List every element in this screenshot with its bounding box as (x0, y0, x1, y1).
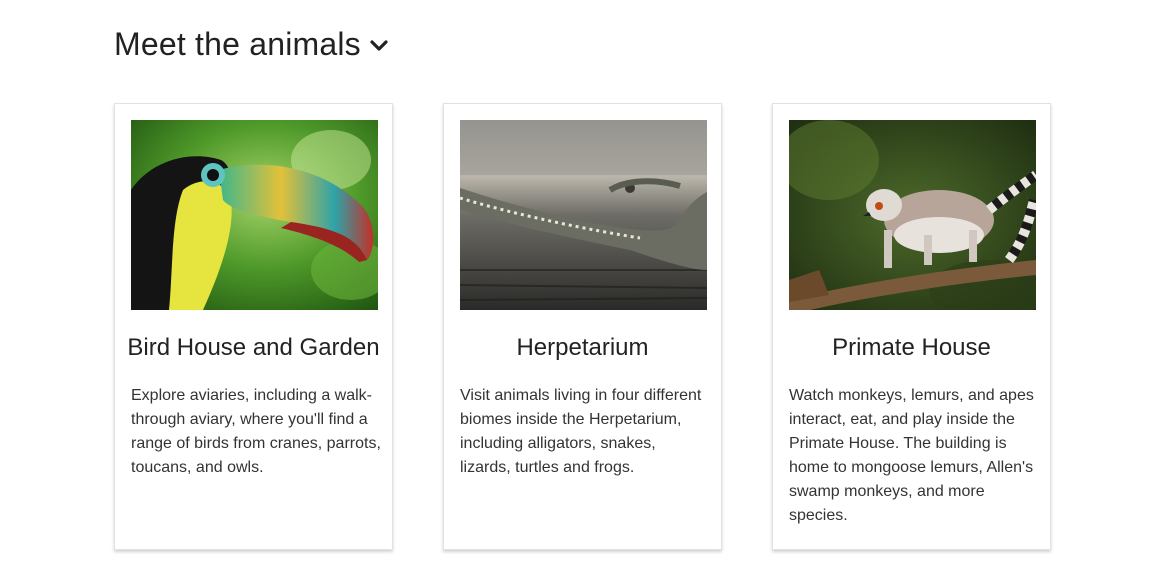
lemur-photo (789, 120, 1036, 310)
card-title: Herpetarium (516, 334, 649, 361)
card-primate-house[interactable]: Primate House Watch monkeys, lemurs, and… (772, 103, 1051, 550)
card-description: Watch monkeys, lemurs, and apes interact… (789, 387, 1034, 524)
card-title: Bird House and Garden (127, 334, 380, 361)
card-description: Explore aviaries, including a walk-throu… (131, 387, 381, 476)
card-herpetarium[interactable]: Herpetarium Visit animals living in four… (443, 103, 722, 550)
section-title: Meet the animals (114, 26, 361, 62)
chevron-down-icon[interactable] (368, 34, 390, 56)
toucan-photo (131, 120, 378, 310)
card-description: Visit animals living in four different b… (460, 387, 702, 476)
section-header: Meet the animals (114, 26, 390, 63)
gharial-photo (460, 120, 707, 310)
card-title: Primate House (832, 334, 991, 361)
card-bird-house[interactable]: Bird House and Garden Explore aviaries, … (114, 103, 393, 550)
